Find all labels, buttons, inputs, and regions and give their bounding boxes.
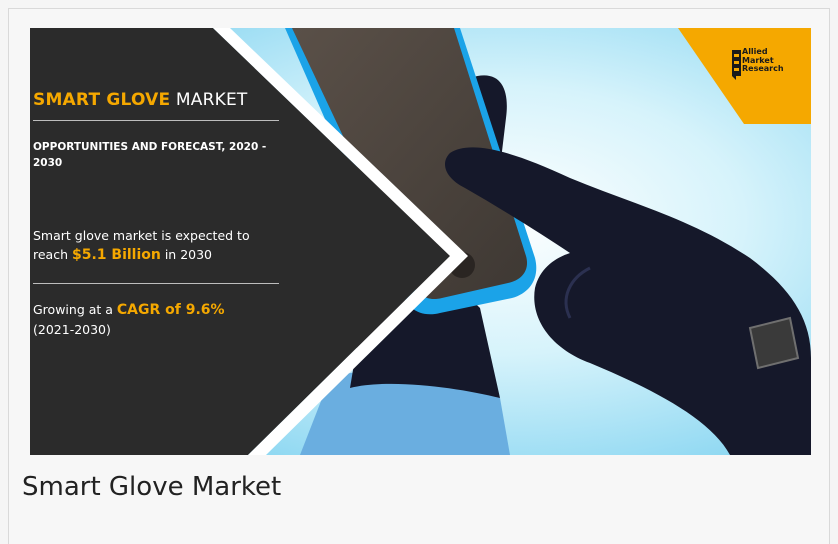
logo-line-3: Research [742, 64, 784, 73]
stat1-value: $5.1 Billion [71, 247, 161, 263]
stat2-prefix: Growing at a [33, 302, 117, 317]
logo-wordmark: Allied Market Research [742, 47, 784, 74]
image-caption: Smart Glove Market [22, 472, 282, 502]
market-size-stat: Smart glove market is expected to reach … [33, 226, 283, 265]
cagr-stat: Growing at a CAGR of 9.6% (2021-2030) [33, 300, 283, 339]
stat-divider [33, 283, 279, 284]
infographic-banner: SMART GLOVE MARKET OPPORTUNITIES AND FOR… [30, 28, 811, 455]
banner-subtitle: OPPORTUNITIES AND FORECAST, 2020 - 2030 [33, 141, 267, 169]
stat2-value: CAGR of 9.6% [116, 302, 225, 318]
title-rest: MARKET [170, 90, 248, 110]
info-panel-text: SMART GLOVE MARKET OPPORTUNITIES AND FOR… [30, 28, 450, 455]
banner-title: SMART GLOVE MARKET [33, 90, 248, 110]
stat1-suffix: in 2030 [160, 247, 213, 262]
title-highlight: SMART GLOVE [33, 90, 171, 110]
logo-mark-icon [732, 50, 741, 80]
allied-market-research-logo: Allied Market Research [678, 28, 811, 124]
stat2-suffix: (2021-2030) [33, 322, 111, 337]
title-divider [33, 120, 279, 121]
